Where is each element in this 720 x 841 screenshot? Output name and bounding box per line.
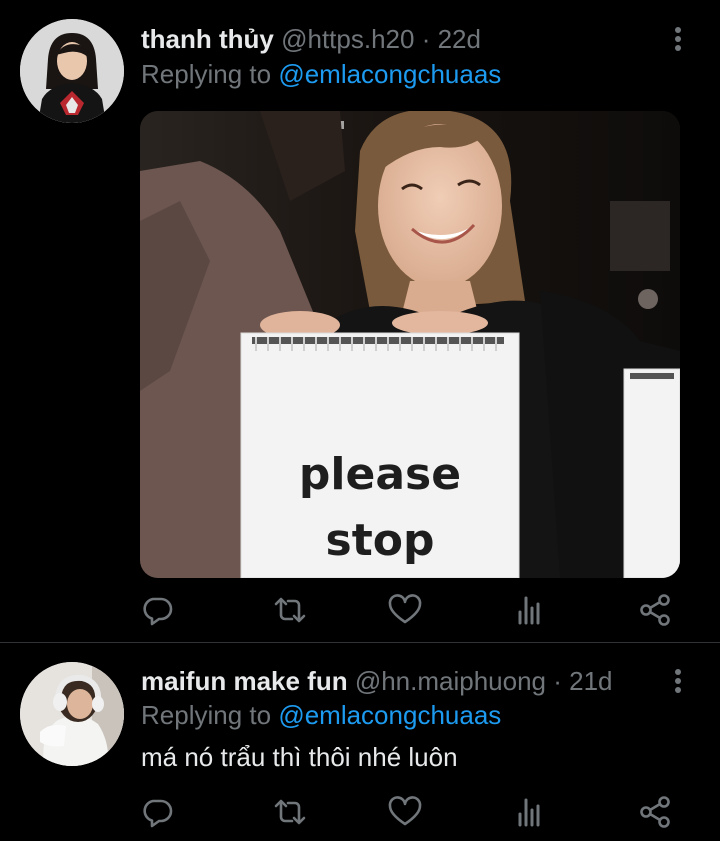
tweet-actions [0, 592, 720, 628]
username[interactable]: @https.h20 [281, 24, 414, 54]
retweet-icon[interactable] [272, 794, 308, 830]
reply-icon[interactable] [139, 794, 175, 830]
avatar[interactable] [20, 19, 124, 123]
timestamp[interactable]: 22d [438, 24, 481, 54]
tweet-divider [0, 642, 720, 643]
tweet-header: thanh thủy @https.h20 · 22d [141, 22, 481, 56]
heart-icon[interactable] [387, 592, 423, 628]
share-icon[interactable] [637, 592, 673, 628]
replying-to-label: Replying to [141, 700, 279, 730]
tweet-text: má nó trẩu thì thôi nhé luôn [141, 742, 458, 772]
views-icon[interactable] [512, 794, 548, 830]
display-name[interactable]: maifun make fun [141, 666, 348, 696]
mention-link[interactable]: @emlacongchuaas [278, 59, 501, 89]
replying-to: Replying to @emlacongchuaas [141, 698, 501, 732]
more-vertical-icon[interactable] [664, 22, 692, 56]
separator-dot: · [546, 666, 570, 696]
tweet[interactable]: maifun make fun @hn.maiphuong · 21d Repl… [0, 644, 720, 841]
retweet-icon[interactable] [272, 592, 308, 628]
tweet-actions [0, 794, 720, 830]
views-icon[interactable] [512, 592, 548, 628]
reply-icon[interactable] [139, 592, 175, 628]
tweet-header: maifun make fun @hn.maiphuong · 21d [141, 664, 613, 698]
avatar[interactable] [20, 662, 124, 766]
display-name[interactable]: thanh thủy [141, 24, 274, 54]
sign-text-line2: stop [326, 515, 435, 566]
replying-to-label: Replying to [141, 59, 279, 89]
timestamp[interactable]: 21d [569, 666, 612, 696]
replying-to: Replying to @emlacongchuaas [141, 57, 501, 91]
separator-dot: · [414, 24, 438, 54]
sign-text-line1: please [299, 449, 461, 500]
mention-link[interactable]: @emlacongchuaas [278, 700, 501, 730]
username[interactable]: @hn.maiphuong [355, 666, 546, 696]
heart-icon[interactable] [387, 794, 423, 830]
share-icon[interactable] [637, 794, 673, 830]
tweet[interactable]: thanh thủy @https.h20 · 22d Replying to … [0, 0, 720, 642]
more-vertical-icon[interactable] [664, 664, 692, 698]
tweet-image[interactable]: please stop [140, 111, 680, 578]
